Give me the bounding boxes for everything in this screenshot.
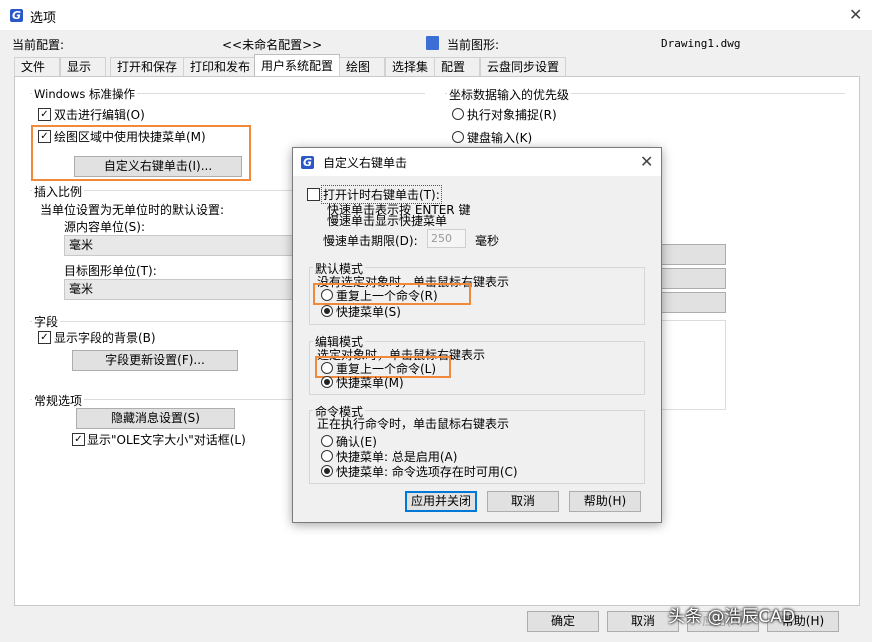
dialog-cancel-button[interactable]: 取消: [487, 491, 559, 512]
fields-line: [30, 321, 300, 322]
target-units-label: 目标图形单位(T):: [64, 264, 157, 278]
shortcut-menu-label: 绘图区域中使用快捷菜单(M): [54, 130, 206, 144]
window-title: 选项: [30, 11, 57, 26]
drawing-file-icon: [426, 36, 439, 50]
command-mode-desc: 正在执行命令时，单击鼠标右键表示: [317, 417, 510, 431]
dialog-title-bar: G 自定义右键单击 ✕: [293, 148, 661, 176]
dialog-app-icon: G: [301, 156, 314, 169]
source-units-select[interactable]: 毫米: [64, 235, 298, 256]
dialog-close-icon[interactable]: ✕: [640, 154, 653, 170]
ole-dialog-label: 显示"OLE文字大小"对话框(L): [87, 433, 246, 447]
tab-user-preferences[interactable]: 用户系统配置: [254, 54, 340, 77]
current-drawing-value: Drawing1.dwg: [661, 37, 741, 50]
right-hidden-button-2[interactable]: [660, 268, 726, 289]
slow-period-input[interactable]: 250: [427, 229, 466, 248]
timed-right-click-checkbox[interactable]: [307, 188, 320, 201]
insert-scale-desc: 当单位设置为无单位时的默认设置:: [40, 203, 225, 217]
custom-right-click-dialog: G 自定义右键单击 ✕ 打开计时右键单击(T): 快速单击表示按 ENTER 键…: [292, 147, 662, 523]
fields-title: 字段: [32, 313, 61, 330]
coord-group-title: 坐标数据输入的优先级: [447, 86, 572, 103]
default-shortcut-label: 快捷菜单(S): [336, 305, 401, 319]
target-units-select[interactable]: 毫米: [64, 279, 298, 300]
edit-shortcut-label: 快捷菜单(M): [336, 376, 404, 390]
tab-display[interactable]: 显示: [60, 57, 106, 76]
custom-right-click-button[interactable]: 自定义右键单击(I)...: [74, 156, 242, 177]
right-hidden-button-1[interactable]: [660, 244, 726, 265]
apply-and-close-button[interactable]: 应用并关闭: [405, 491, 477, 512]
edit-shortcut-radio[interactable]: [321, 376, 333, 388]
double-click-edit-label: 双击进行编辑(O): [54, 108, 145, 122]
command-options-radio[interactable]: [321, 465, 333, 477]
tab-profiles[interactable]: 配置: [434, 57, 480, 76]
edit-repeat-radio[interactable]: [321, 362, 333, 374]
slow-period-label: 慢速单击期限(D):: [323, 234, 418, 248]
slow-period-unit: 毫秒: [475, 234, 500, 248]
command-always-radio[interactable]: [321, 450, 333, 462]
tab-cloud-sync[interactable]: 云盘同步设置: [480, 57, 566, 76]
shortcut-menu-checkbox[interactable]: ✓: [38, 130, 51, 143]
close-icon[interactable]: ✕: [849, 7, 862, 23]
windows-group-title: Windows 标准操作: [32, 86, 137, 102]
dialog-title: 自定义右键单击: [323, 156, 408, 170]
coord-osnap-label: 执行对象捕捉(R): [467, 108, 557, 122]
ole-dialog-checkbox[interactable]: ✓: [72, 433, 85, 446]
current-profile-value: <<未命名配置>>: [222, 38, 323, 52]
general-title: 常规选项: [32, 392, 85, 409]
field-background-label: 显示字段的背景(B): [54, 331, 156, 345]
ok-button[interactable]: 确定: [527, 611, 599, 632]
command-options-label: 快捷菜单: 命令选项存在时可用(C): [336, 465, 518, 479]
insert-scale-title: 插入比例: [32, 183, 85, 200]
watermark: 头条 @浩辰CAD: [668, 607, 795, 627]
coord-osnap-radio[interactable]: [452, 108, 464, 120]
hide-messages-button[interactable]: 隐藏消息设置(S): [76, 408, 235, 429]
default-shortcut-radio[interactable]: [321, 305, 333, 317]
coord-keyboard-radio[interactable]: [452, 131, 464, 143]
default-repeat-radio[interactable]: [321, 289, 333, 301]
tab-files[interactable]: 文件: [14, 57, 60, 76]
tab-drafting[interactable]: 绘图: [339, 57, 385, 76]
field-background-checkbox[interactable]: ✓: [38, 331, 51, 344]
app-logo-icon: G: [10, 9, 23, 22]
tab-open-save[interactable]: 打开和保存: [110, 57, 184, 76]
source-units-label: 源内容单位(S):: [64, 220, 146, 234]
coord-keyboard-label: 键盘输入(K): [467, 131, 533, 145]
right-hidden-button-3[interactable]: [660, 292, 726, 313]
tab-selection[interactable]: 选择集: [385, 57, 441, 76]
current-drawing-label: 当前图形:: [447, 38, 500, 52]
tab-plot-publish[interactable]: 打印和发布: [183, 57, 257, 76]
slow-click-desc: 慢速单击显示快捷菜单: [327, 214, 448, 228]
field-update-button[interactable]: 字段更新设置(F)...: [72, 350, 238, 371]
right-hidden-group: [660, 320, 726, 410]
double-click-edit-checkbox[interactable]: ✓: [38, 108, 51, 121]
command-confirm-radio[interactable]: [321, 435, 333, 447]
title-bar: G 选项 ✕: [0, 0, 872, 30]
default-repeat-label: 重复上一个命令(R): [336, 289, 438, 303]
dialog-help-button[interactable]: 帮助(H): [569, 491, 641, 512]
current-profile-label: 当前配置:: [12, 38, 65, 52]
